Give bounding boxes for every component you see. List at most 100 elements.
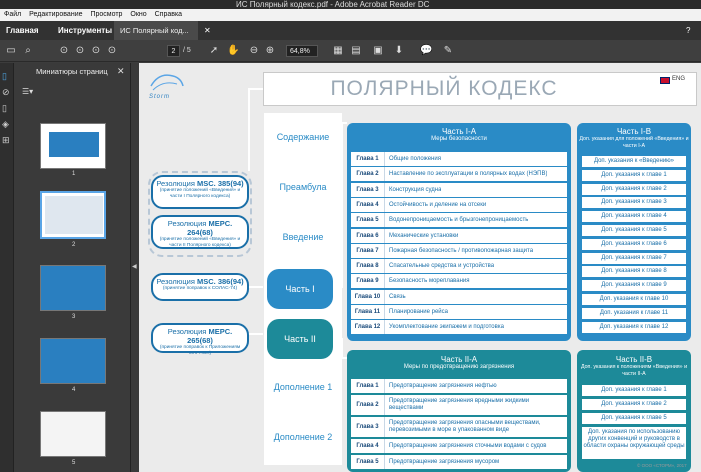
tab-tools[interactable]: Инструменты	[52, 21, 118, 40]
part-1a-row[interactable]: Глава 9 Безопасность мореплавания	[351, 274, 567, 289]
zoom-in-icon[interactable]: ⊕	[264, 45, 276, 57]
nav-preamble[interactable]: Преамбула	[264, 167, 342, 207]
resolution-msc-385[interactable]: Резолюция MSC. 385(94) (принятие положен…	[151, 175, 249, 209]
chapter-label: Глава 4	[351, 197, 385, 212]
part-2a-header: Часть II-A Меры по предотвращению загряз…	[347, 355, 571, 370]
part-2a-row[interactable]: Глава 5 Предотвращение загрязнения мусоро…	[351, 455, 567, 469]
menu-help[interactable]: Справка	[155, 11, 182, 18]
nav-appendix-2[interactable]: Дополнение 2	[264, 417, 342, 457]
scroll-up-icon[interactable]: ⊙	[58, 45, 70, 57]
search-icon[interactable]: ⌕	[22, 45, 34, 57]
thumbnail-1[interactable]	[40, 123, 106, 169]
menu-file[interactable]: Файл	[4, 11, 21, 18]
menu-edit[interactable]: Редактирование	[29, 11, 82, 18]
part-1b-row[interactable]: Доп. указания к главе 11	[582, 307, 686, 319]
part-2a-row[interactable]: Глава 1 Предотвращение загрязнения нефтью	[351, 379, 567, 393]
page-number-input[interactable]: 2	[167, 45, 180, 57]
resolution-mepc-264[interactable]: Резолюция MEPC. 264(68) (принятие положе…	[151, 215, 249, 249]
thumbnail-4[interactable]	[40, 338, 106, 384]
part-2b-row[interactable]: Доп. указания к главе 5	[582, 413, 686, 424]
part-1b-header: Часть I-B Доп. указания для положений «В…	[577, 127, 691, 149]
part-1b-row[interactable]: Доп. указания к «Введению»	[582, 156, 686, 167]
help-icon[interactable]: ?	[680, 21, 696, 40]
part-1b-row[interactable]: Доп. указания к главе 9	[582, 280, 686, 292]
nav-contents[interactable]: Содержание	[264, 117, 342, 157]
thumbnail-label: 2	[72, 242, 76, 248]
part-1a-row[interactable]: Глава 8 Спасательные средства и устройств…	[351, 259, 567, 274]
thumbnail-5[interactable]	[40, 411, 106, 457]
attachment-icon[interactable]: ⊘	[2, 87, 10, 98]
resolution-mepc-265[interactable]: Резолюция MEPC. 265(68) (принятие поправ…	[151, 323, 249, 356]
chapter-title: Предотвращение загрязнения мусором	[389, 459, 500, 465]
layers-icon[interactable]: ◈	[2, 119, 9, 130]
nav-appendix-1[interactable]: Дополнение 1	[264, 367, 342, 407]
next-page-icon[interactable]: ⊙	[90, 45, 102, 57]
part-1b-row[interactable]: Доп. указания к главе 8	[582, 266, 686, 278]
chapter-title: Механические установки	[389, 232, 459, 239]
part-1a-row[interactable]: Глава 10 Связь	[351, 289, 567, 304]
bookmark-icon[interactable]: ▯	[2, 103, 7, 114]
prev-page-icon[interactable]: ⊙	[74, 45, 86, 57]
res-label: Резолюция	[167, 219, 207, 228]
part-1b-row[interactable]: Доп. указания к главе 10	[582, 294, 686, 305]
chapter-label: Глава 11	[351, 305, 385, 319]
part-1b-row[interactable]: Доп. указания к главе 6	[582, 238, 686, 250]
tab-home[interactable]: Главная	[0, 21, 45, 40]
highlight-pen-icon[interactable]: ✎	[442, 45, 454, 57]
structure-icon[interactable]: ⊞	[2, 135, 10, 146]
res-desc: (принятие положений «Введения» и части I…	[159, 237, 241, 248]
nav-part-1[interactable]: Часть I	[267, 269, 333, 309]
pages-panel-icon[interactable]: ▯	[2, 71, 7, 82]
comment-icon[interactable]: 💬	[420, 45, 432, 57]
nav-part-2[interactable]: Часть II	[267, 319, 333, 359]
part-2b-row[interactable]: Доп. указания к главе 2	[582, 399, 686, 410]
menu-view[interactable]: Просмотр	[90, 11, 122, 18]
last-page-icon[interactable]: ⊙	[106, 45, 118, 57]
hand-tool-icon[interactable]: ✋	[227, 45, 239, 57]
thumbnail-label: 1	[72, 171, 76, 177]
part-1a-row[interactable]: Глава 11 Планирование рейса	[351, 305, 567, 319]
thumbnail-2[interactable]	[40, 191, 106, 239]
close-icon[interactable]: ✕	[117, 66, 125, 77]
part-1a-row[interactable]: Глава 2 Наставление по эксплуатации в пол…	[351, 167, 567, 182]
part-2b-row[interactable]: Доп. указания по использованию других ко…	[582, 427, 686, 459]
download-icon[interactable]: ⬇	[393, 45, 405, 57]
part-1b-row[interactable]: Доп. указания к главе 4	[582, 211, 686, 223]
part-1b-row[interactable]: Доп. указания к главе 5	[582, 225, 686, 236]
resolution-msc-386[interactable]: Резолюция MSC. 386(94) (принятие поправо…	[151, 273, 249, 301]
part-1a-row[interactable]: Глава 1 Общие положения	[351, 152, 567, 166]
part-2b-row[interactable]: Доп. указания к главе 1	[582, 385, 686, 396]
res-label: Резолюция	[156, 277, 195, 286]
menu-window[interactable]: Окно	[130, 11, 146, 18]
part-1b-row[interactable]: Доп. указания к главе 3	[582, 197, 686, 209]
zoom-out-icon[interactable]: ⊖	[248, 45, 260, 57]
part-1b-row[interactable]: Доп. указания к главе 1	[582, 169, 686, 181]
chapter-label: Глава 4	[351, 439, 385, 453]
save-icon[interactable]: ▭	[5, 45, 17, 57]
scroll-mode-icon[interactable]: ▤	[350, 45, 362, 57]
rotate-icon[interactable]: ▣	[372, 45, 384, 57]
part-1a-row[interactable]: Глава 5 Водонепроницаемость и брызгонепро…	[351, 213, 567, 228]
part-1b-row[interactable]: Доп. указания к главе 7	[582, 252, 686, 264]
part-1b-row[interactable]: Доп. указания к главе 2	[582, 183, 686, 195]
thumbnail-3[interactable]	[40, 265, 106, 311]
part-1a-row[interactable]: Глава 12 Укомплектование экипажем и подго…	[351, 320, 567, 335]
res-label: Резолюция	[156, 179, 195, 188]
part-1a-row[interactable]: Глава 3 Конструкция судна	[351, 182, 567, 197]
part-1a-row[interactable]: Глава 6 Механические установки	[351, 228, 567, 243]
part-1a-row[interactable]: Глава 4 Остойчивость и деление на отсеки	[351, 197, 567, 212]
part-1b-row[interactable]: Доп. указания к главе 12	[582, 321, 686, 333]
part-2a-row[interactable]: Глава 2 Предотвращение загрязнения вредны…	[351, 395, 567, 415]
sidebar-collapse-handle[interactable]: ◀	[131, 63, 139, 472]
part-2a-row[interactable]: Глава 3 Предотвращение загрязнения опасны…	[351, 417, 567, 437]
zoom-select[interactable]: 64,8%	[286, 45, 318, 57]
tab-document[interactable]: ИС Полярный код...	[114, 21, 198, 40]
thumbnail-options-icon[interactable]: ☰▾	[22, 87, 33, 96]
select-cursor-icon[interactable]: ➚	[208, 45, 220, 57]
part-1a-row[interactable]: Глава 7 Пожарная безопасность / противопо…	[351, 243, 567, 258]
fit-page-icon[interactable]: ▦	[332, 45, 344, 57]
part-2a-row[interactable]: Глава 4 Предотвращение загрязнения сточны…	[351, 439, 567, 453]
window-title: ИС Полярный кодекс.pdf - Adobe Acrobat R…	[236, 0, 430, 9]
nav-introduction[interactable]: Введение	[264, 217, 342, 257]
close-tab-icon[interactable]: ✕	[198, 21, 217, 40]
